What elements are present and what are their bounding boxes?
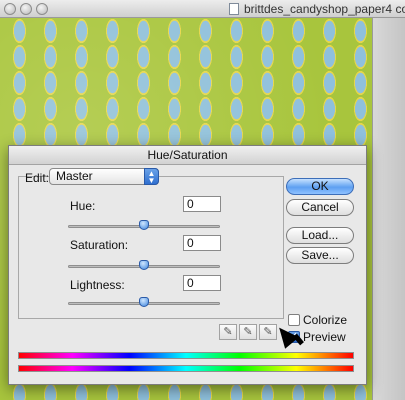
document-titlebar: brittdes_candyshop_paper4 copy [0,0,405,18]
preview-label: Preview [303,330,346,344]
hue-saturation-dialog: Hue/Saturation Edit: Master ▲ ▼ Hue: 0 Sa… [8,145,367,385]
adjustment-group [18,176,284,319]
hue-label: Hue: [70,199,96,213]
hue-slider-track[interactable] [68,220,220,230]
document-icon [229,3,239,15]
save-button[interactable]: Save... [286,247,354,264]
document-title: brittdes_candyshop_paper4 copy [244,2,405,16]
canvas-side-area [372,18,405,400]
edit-select-value: Master [56,169,93,183]
edit-label: Edit: [25,171,50,185]
eyedropper-plus-icon[interactable]: ✎ [239,324,257,340]
chevron-updown-icon: ▲ ▼ [144,168,159,185]
lightness-slider-track[interactable] [68,297,220,307]
saturation-slider-thumb[interactable] [139,260,149,270]
hue-slider-thumb[interactable] [139,220,149,230]
saturation-slider-track[interactable] [68,260,220,270]
dialog-title: Hue/Saturation [9,146,366,165]
saturation-input[interactable]: 0 [183,235,221,251]
load-button[interactable]: Load... [286,227,354,244]
hue-input[interactable]: 0 [183,196,221,212]
zoom-window-button[interactable] [36,3,48,15]
cancel-button[interactable]: Cancel [286,199,354,216]
edit-select[interactable]: Master ▲ ▼ [49,168,159,185]
eyedropper-icon[interactable]: ✎ [219,324,237,340]
lightness-label: Lightness: [70,278,125,292]
minimize-window-button[interactable] [20,3,32,15]
close-window-button[interactable] [4,3,16,15]
input-color-bar [18,352,354,359]
lightness-input[interactable]: 0 [183,275,221,291]
lightness-slider-thumb[interactable] [139,297,149,307]
output-color-bar [18,365,354,372]
colorize-label: Colorize [303,313,348,327]
ok-button[interactable]: OK [286,178,354,195]
saturation-label: Saturation: [70,238,129,252]
colorize-checkbox[interactable] [288,314,300,326]
